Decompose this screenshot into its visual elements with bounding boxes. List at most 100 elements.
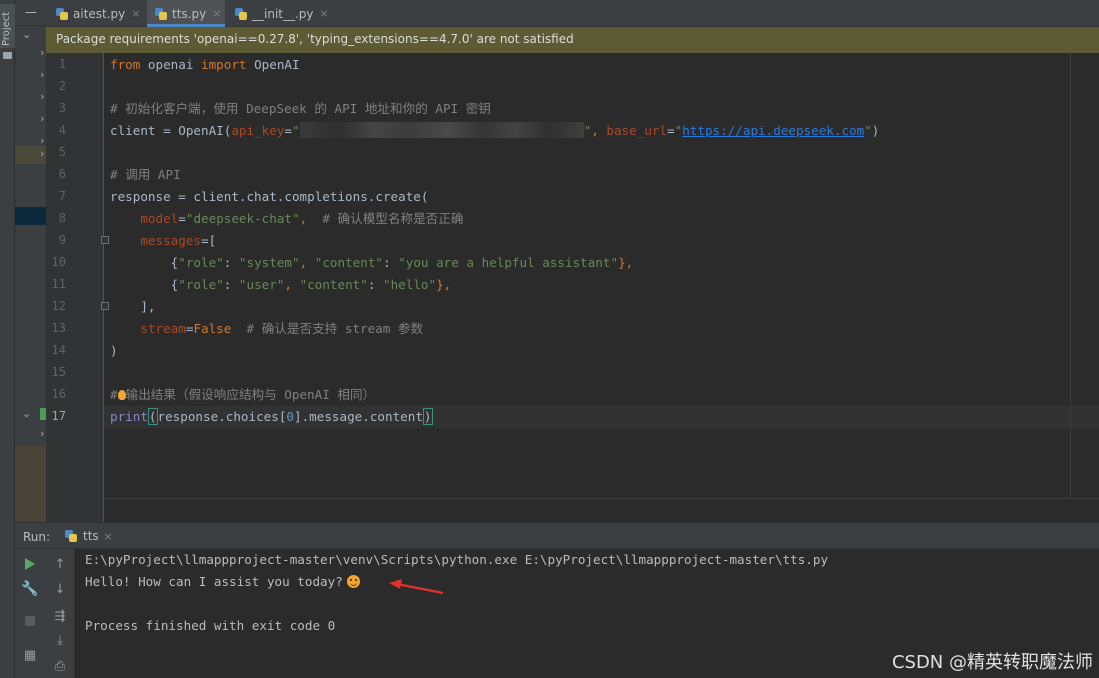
code-line-4: client = OpenAI(api_key=" ", base_url="ht… — [110, 122, 880, 138]
code-line-8: model="deepseek-chat", # 确认模型名称是否正确 — [140, 211, 464, 226]
smiley-emoji-icon — [346, 575, 360, 588]
editor-bottom-border — [104, 498, 1099, 499]
code-line-14: ) — [110, 343, 118, 358]
line-number-current: 17 — [51, 409, 66, 423]
tree-row-selected[interactable] — [15, 207, 46, 225]
code-line-7: response = client.chat.completions.creat… — [110, 189, 429, 204]
line-number: 11 — [51, 277, 66, 291]
line-number: 14 — [51, 343, 66, 357]
chevron-right-icon[interactable]: › — [40, 427, 44, 440]
line-number: 8 — [58, 211, 66, 225]
project-panel: — ⌄ › › › › › › ⌄ › — [15, 0, 46, 522]
wrench-icon[interactable]: 🔧 — [21, 580, 39, 598]
arrow-down-icon[interactable]: ↓ — [51, 580, 69, 598]
tab-tts[interactable]: tts.py × — [147, 0, 225, 27]
fold-marker-icon[interactable] — [101, 236, 109, 244]
close-icon[interactable]: × — [131, 7, 140, 20]
tree-row[interactable]: › — [15, 111, 46, 129]
line-number: 12 — [51, 299, 66, 313]
code-line-10: {"role": "system", "content": "you are a… — [110, 255, 634, 270]
chevron-down-icon[interactable]: ⌄ — [22, 28, 31, 41]
run-tab-tts[interactable]: tts × — [65, 523, 125, 549]
watermark: CSDN @精英转职魔法师 — [891, 652, 1093, 673]
tree-row[interactable]: › — [15, 426, 46, 444]
run-panel-header: Run: tts × — [15, 522, 1099, 549]
redacted-api-key — [299, 122, 584, 138]
code-line-12: ], — [110, 299, 156, 314]
rerun-icon[interactable] — [21, 555, 39, 573]
python-file-icon — [235, 7, 247, 20]
print-icon[interactable]: ⎙ — [51, 657, 69, 675]
line-number: 9 — [58, 233, 66, 247]
tab-init[interactable]: __init__.py × — [235, 0, 335, 27]
chevron-down-icon[interactable]: ⌄ — [22, 407, 31, 420]
tab-label: tts.py — [172, 6, 207, 21]
arrow-up-icon[interactable]: ↑ — [51, 555, 69, 573]
project-tool-tab[interactable]: Project — [0, 4, 15, 48]
chevron-right-icon[interactable]: › — [40, 68, 44, 81]
line-number-gutter: 1 2 3 4 5 6 7 8 9 10 11 12 13 14 15 16 1… — [46, 53, 109, 522]
line-number: 2 — [58, 79, 66, 93]
tree-row-highlighted[interactable]: › — [15, 146, 46, 164]
line-number: 7 — [58, 189, 66, 203]
code-line-3: # 初始化客户端，使用 DeepSeek 的 API 地址和你的 API 密钥 — [110, 101, 491, 116]
url-link[interactable]: https://api.deepseek.com — [682, 123, 864, 138]
run-label: Run: — [23, 530, 51, 544]
tab-aitest[interactable]: aitest.py × — [56, 0, 148, 27]
scroll-to-end-icon[interactable]: ⤓ — [51, 631, 69, 649]
line-number: 16 — [51, 387, 66, 401]
python-file-icon — [65, 530, 77, 542]
python-file-icon — [56, 7, 68, 20]
left-tool-strip: Project — [0, 0, 15, 678]
line-number: 13 — [51, 321, 66, 335]
chevron-right-icon[interactable]: › — [40, 46, 44, 59]
right-margin-guide — [1070, 53, 1071, 498]
minimize-icon[interactable]: — — [25, 5, 37, 19]
console-command: E:\pyProject\llmappproject-master\venv\S… — [85, 552, 829, 567]
tab-label: __init__.py — [252, 6, 314, 21]
line-number: 10 — [51, 255, 66, 269]
folder-icon — [3, 52, 12, 59]
tree-row[interactable]: › — [15, 67, 46, 85]
banner-text: Package requirements 'openai==0.27.8', '… — [56, 32, 574, 46]
code-line-11: {"role": "user", "content": "hello"}, — [110, 277, 452, 292]
project-tool-tab-label: Project — [1, 11, 12, 46]
soft-wrap-icon[interactable]: ⇶ — [51, 607, 69, 625]
stop-icon[interactable] — [21, 612, 39, 630]
code-editor[interactable]: 1 2 3 4 5 6 7 8 9 10 11 12 13 14 15 16 1… — [46, 53, 1099, 522]
close-icon[interactable]: × — [212, 7, 221, 20]
tree-row[interactable]: › — [15, 45, 46, 63]
line-number: 1 — [58, 57, 66, 71]
red-arrow-annotation — [389, 579, 444, 595]
line-number: 15 — [51, 365, 66, 379]
console-exit-line: Process finished with exit code 0 — [85, 618, 336, 633]
code-line-13: stream=False # 确认是否支持 stream 参数 — [140, 321, 424, 336]
line-number: 3 — [58, 101, 66, 115]
code-line-1: from openai import OpenAI — [110, 57, 300, 72]
close-icon[interactable]: × — [320, 7, 329, 20]
code-line-6: # 调用 API — [110, 167, 181, 182]
tree-row[interactable]: › — [15, 89, 46, 107]
python-file-icon — [155, 7, 167, 20]
close-icon[interactable]: × — [104, 530, 113, 543]
code-line-16: # 输出结果（假设响应结构与 OpenAI 相同） — [110, 387, 376, 402]
run-tab-label: tts — [83, 529, 99, 543]
fold-marker-icon[interactable] — [101, 302, 109, 310]
intention-bulb-icon[interactable] — [117, 390, 126, 400]
chevron-right-icon[interactable]: › — [40, 90, 44, 103]
code-line-17: print(response.choices[0].message.conten… — [110, 408, 433, 425]
line-number: 4 — [58, 123, 66, 137]
run-toolbar-secondary: ↑ ↓ ⇶ ⤓ ⎙ — [45, 549, 75, 678]
line-number: 6 — [58, 167, 66, 181]
chevron-right-icon[interactable]: › — [40, 112, 44, 125]
chevron-right-icon[interactable]: › — [40, 147, 44, 160]
editor-tab-bar: aitest.py × tts.py × __init__.py × — [46, 0, 1099, 27]
run-toolbar-primary: 🔧 ▦ — [15, 549, 45, 678]
tab-label: aitest.py — [73, 6, 126, 21]
console-output-line: Hello! How can I assist you today? — [85, 574, 360, 589]
project-panel-footer — [15, 446, 46, 522]
project-panel-header: — — [15, 0, 46, 26]
layout-icon[interactable]: ▦ — [21, 646, 39, 664]
code-line-9: messages=[ — [140, 233, 217, 248]
tree-row[interactable]: ⌄ — [15, 27, 46, 45]
